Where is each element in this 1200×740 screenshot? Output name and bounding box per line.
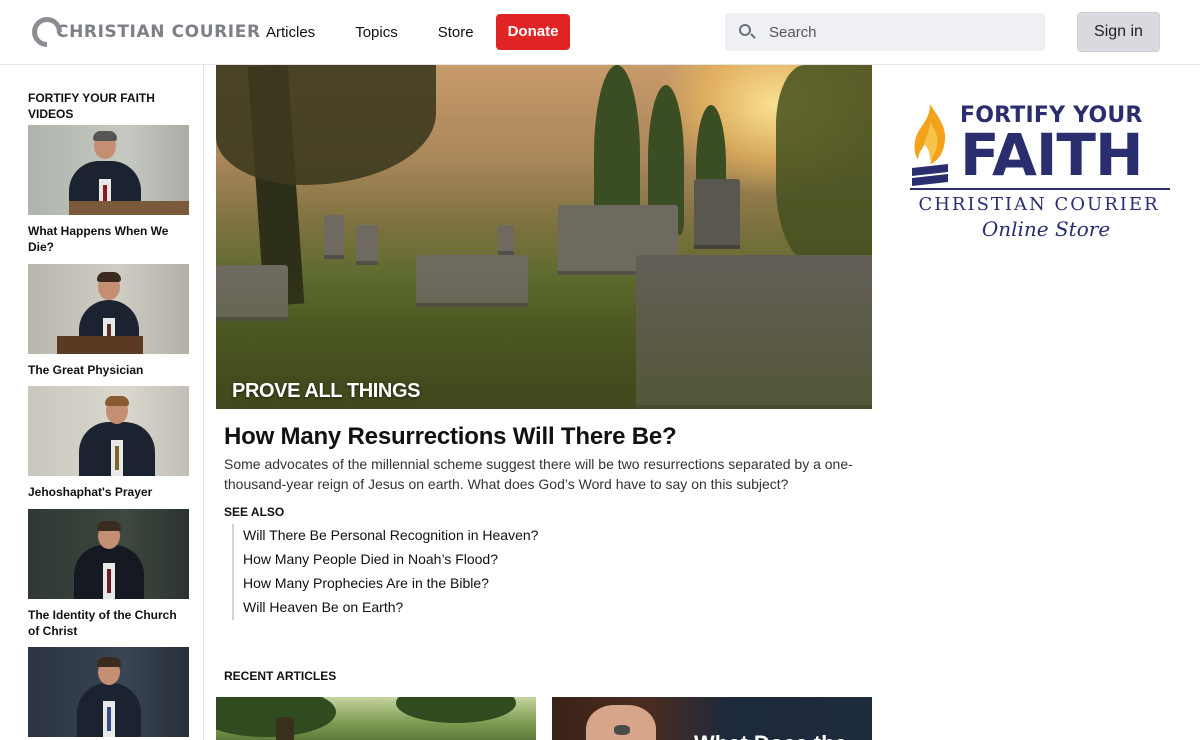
search-box[interactable] <box>725 13 1045 51</box>
site-header: CHRISTIAN COURIER Articles Topics Store … <box>0 0 1200 65</box>
ad-line-faith: FAITH <box>960 121 1144 189</box>
recent-article-card[interactable] <box>216 697 536 740</box>
see-also-link[interactable]: Will Heaven Be on Earth? <box>234 596 538 620</box>
see-also-link[interactable]: How Many People Died in Noah’s Flood? <box>234 548 538 572</box>
logo-text: CHRISTIAN COURIER <box>56 22 261 42</box>
videos-sidebar: FORTIFY YOUR FAITH VIDEOS What Happens W… <box>0 65 204 740</box>
article-category-label[interactable]: PROVE ALL THINGS <box>232 380 420 403</box>
video-thumbnail[interactable] <box>28 509 189 599</box>
nav-store[interactable]: Store <box>438 24 474 41</box>
nav-topics[interactable]: Topics <box>355 24 398 41</box>
video-title[interactable]: The Great Physician <box>28 362 189 378</box>
search-icon <box>725 13 769 51</box>
site-logo[interactable]: CHRISTIAN COURIER <box>25 10 261 54</box>
ad-line-store: Online Store <box>981 217 1111 241</box>
ad-divider <box>910 188 1170 190</box>
recent-article-card[interactable]: What Does the <box>552 697 872 740</box>
sidebar-title: FORTIFY YOUR FAITH VIDEOS <box>28 91 155 121</box>
sign-in-button[interactable]: Sign in <box>1077 12 1160 52</box>
article-title[interactable]: How Many Resurrections Will There Be? <box>224 423 677 451</box>
see-also-link[interactable]: Will There Be Personal Recognition in He… <box>234 524 538 548</box>
video-item[interactable]: What Happens When We Die? <box>28 125 189 255</box>
video-title[interactable]: The Identity of the Church of Christ <box>28 607 189 639</box>
logo-c-mark <box>25 10 69 54</box>
flame-icon <box>912 104 948 186</box>
see-also-heading: SEE ALSO <box>224 505 285 519</box>
recent-articles-heading: RECENT ARTICLES <box>224 669 337 683</box>
video-thumbnail[interactable] <box>28 264 189 354</box>
video-item[interactable] <box>28 647 189 737</box>
online-store-ad[interactable]: FORTIFY YOUR FAITH CHRISTIAN COURIER Onl… <box>908 100 1170 242</box>
nav-articles[interactable]: Articles <box>266 24 315 41</box>
video-item[interactable]: The Great Physician <box>28 264 189 378</box>
video-thumbnail[interactable] <box>28 125 189 215</box>
video-title[interactable]: What Happens When We Die? <box>28 223 189 255</box>
see-also-list: Will There Be Personal Recognition in He… <box>232 524 538 620</box>
video-thumbnail[interactable] <box>28 386 189 476</box>
recent-article-overlay-text: What Does the <box>694 731 847 740</box>
video-thumbnail[interactable] <box>28 647 189 737</box>
video-item[interactable]: The Identity of the Church of Christ <box>28 509 189 639</box>
article-description: Some advocates of the millennial scheme … <box>224 456 853 492</box>
donate-button[interactable]: Donate <box>495 14 571 50</box>
ad-line-brand: CHRISTIAN COURIER <box>918 194 1160 215</box>
video-item[interactable]: Jehoshaphat's Prayer <box>28 386 189 500</box>
video-title[interactable]: Jehoshaphat's Prayer <box>28 484 189 500</box>
main-nav: Articles Topics Store Donate <box>266 0 571 64</box>
search-input[interactable] <box>769 23 1029 41</box>
featured-article-image[interactable]: PROVE ALL THINGS <box>216 65 872 409</box>
see-also-link[interactable]: How Many Prophecies Are in the Bible? <box>234 572 538 596</box>
